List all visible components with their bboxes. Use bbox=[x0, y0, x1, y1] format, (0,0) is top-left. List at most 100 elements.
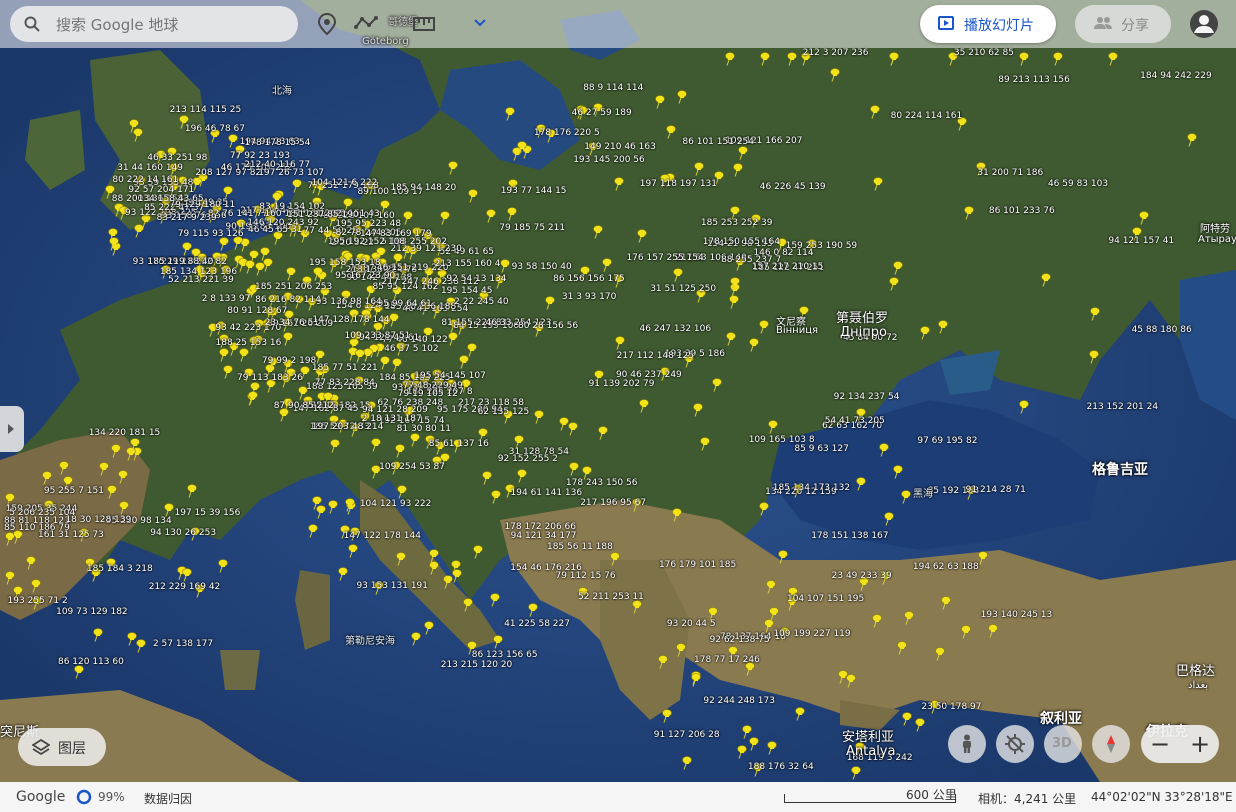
pushpin-icon[interactable] bbox=[940, 596, 952, 610]
pushpin-icon[interactable] bbox=[758, 502, 769, 516]
pushpin-icon[interactable] bbox=[845, 674, 857, 688]
pushpin-icon[interactable] bbox=[117, 470, 129, 484]
pushpin-icon[interactable] bbox=[748, 338, 759, 352]
pushpin-icon[interactable] bbox=[676, 90, 687, 105]
pushpin-icon[interactable] bbox=[892, 261, 904, 276]
pushpin-icon[interactable] bbox=[759, 52, 770, 66]
pushpin-icon[interactable] bbox=[878, 443, 889, 457]
pushpin-icon[interactable] bbox=[767, 420, 779, 435]
pushpin-icon[interactable] bbox=[163, 503, 175, 517]
pushpin-icon[interactable] bbox=[896, 640, 908, 655]
pushpin-icon[interactable] bbox=[638, 399, 649, 413]
compass-button[interactable] bbox=[1092, 725, 1130, 763]
pushpin-icon[interactable] bbox=[1088, 349, 1099, 364]
pushpin-icon[interactable] bbox=[337, 567, 348, 581]
pushpin-icon[interactable] bbox=[259, 247, 270, 261]
pushpin-icon[interactable] bbox=[768, 606, 779, 621]
pushpin-icon[interactable] bbox=[118, 501, 129, 515]
pushpin-icon[interactable] bbox=[901, 712, 913, 726]
pushpin-icon[interactable] bbox=[58, 461, 69, 475]
zoom-in-button[interactable]: + bbox=[1185, 729, 1215, 759]
pushpin-icon[interactable] bbox=[282, 332, 293, 346]
ruler-icon[interactable] bbox=[413, 17, 435, 31]
pushpin-icon[interactable] bbox=[914, 717, 925, 732]
pushpin-icon[interactable] bbox=[395, 552, 407, 567]
pushpin-icon[interactable] bbox=[900, 490, 912, 504]
pushpin-icon[interactable] bbox=[492, 634, 503, 649]
data-attribution-link[interactable]: 数据归因 bbox=[144, 790, 192, 807]
pushpin-icon[interactable] bbox=[396, 484, 408, 499]
pushpin-icon[interactable] bbox=[354, 349, 365, 363]
pushpin-icon[interactable] bbox=[489, 592, 500, 607]
pushpin-icon[interactable] bbox=[410, 632, 421, 646]
pushpin-icon[interactable] bbox=[987, 624, 998, 639]
pushpin-icon[interactable] bbox=[506, 207, 517, 221]
pushpin-icon[interactable] bbox=[888, 277, 899, 291]
pushpin-icon[interactable] bbox=[728, 295, 740, 310]
pushpin-icon[interactable] bbox=[919, 326, 930, 341]
pushpin-icon[interactable] bbox=[568, 462, 579, 477]
pushpin-icon[interactable] bbox=[291, 179, 302, 193]
pushpin-icon[interactable] bbox=[1018, 400, 1029, 415]
pushpin-icon[interactable] bbox=[311, 495, 322, 510]
pushpin-icon[interactable] bbox=[693, 161, 705, 176]
pushpin-icon[interactable] bbox=[135, 638, 146, 653]
pushpin-icon[interactable] bbox=[391, 358, 402, 372]
pushpin-icon[interactable] bbox=[675, 643, 686, 657]
pushpin-icon[interactable] bbox=[558, 417, 569, 432]
pushpin-icon[interactable] bbox=[516, 141, 527, 155]
pushpin-icon[interactable] bbox=[869, 105, 881, 119]
pushpin-icon[interactable] bbox=[850, 766, 862, 780]
pushpin-icon[interactable] bbox=[741, 725, 753, 739]
pushpin-icon[interactable] bbox=[370, 438, 382, 453]
placemark-icon[interactable] bbox=[318, 13, 336, 35]
pushpin-icon[interactable] bbox=[963, 206, 974, 220]
pushpin-icon[interactable] bbox=[671, 508, 682, 522]
pushpin-icon[interactable] bbox=[729, 276, 740, 291]
pushpin-icon[interactable] bbox=[428, 548, 439, 563]
pushpin-icon[interactable] bbox=[30, 579, 41, 593]
pushpin-icon[interactable] bbox=[829, 68, 840, 82]
pushpin-icon[interactable] bbox=[736, 745, 747, 759]
pushpin-icon[interactable] bbox=[661, 709, 672, 723]
pushpin-icon[interactable] bbox=[527, 602, 539, 617]
slideshow-button[interactable]: 播放幻灯片 bbox=[920, 5, 1056, 43]
pushpin-icon[interactable] bbox=[1089, 306, 1100, 321]
pushpin-icon[interactable] bbox=[871, 613, 882, 628]
pushpin-icon[interactable] bbox=[447, 161, 459, 175]
pushpin-icon[interactable] bbox=[665, 124, 676, 139]
pushpin-icon[interactable] bbox=[855, 476, 867, 491]
pushpin-icon[interactable] bbox=[285, 267, 296, 281]
pushpin-icon[interactable] bbox=[439, 210, 450, 225]
pushpin-icon[interactable] bbox=[394, 443, 405, 458]
path-icon[interactable] bbox=[354, 15, 380, 31]
pushpin-icon[interactable] bbox=[379, 356, 390, 370]
pushpin-icon[interactable] bbox=[609, 552, 621, 566]
pushpin-icon[interactable] bbox=[409, 433, 420, 447]
pushpin-icon[interactable] bbox=[423, 621, 434, 635]
pushpin-icon[interactable] bbox=[458, 354, 469, 369]
pushpin-icon[interactable] bbox=[724, 52, 735, 66]
pushpin-icon[interactable] bbox=[217, 559, 229, 573]
pushpin-icon[interactable] bbox=[106, 485, 117, 499]
pushpin-icon[interactable] bbox=[467, 189, 478, 203]
pushpin-icon[interactable] bbox=[504, 107, 515, 121]
layers-button[interactable]: 图层 bbox=[18, 728, 106, 766]
pushpin-icon[interactable] bbox=[888, 52, 899, 66]
pushpin-icon[interactable] bbox=[1052, 52, 1064, 66]
map-viewport[interactable]: 84 15 199 106 212 3 207 236 93 122 108 225… bbox=[0, 0, 1236, 782]
side-panel-toggle[interactable] bbox=[0, 406, 24, 452]
pushpin-icon[interactable] bbox=[428, 561, 439, 576]
pushpin-icon[interactable] bbox=[613, 176, 625, 191]
pushpin-icon[interactable] bbox=[601, 257, 612, 272]
pushpin-icon[interactable] bbox=[485, 209, 496, 223]
pushpin-icon[interactable] bbox=[110, 444, 122, 459]
pushpin-icon[interactable] bbox=[312, 267, 323, 282]
chevron-down-icon[interactable] bbox=[473, 18, 487, 28]
pushpin-icon[interactable] bbox=[597, 426, 608, 440]
pushpin-icon[interactable] bbox=[128, 118, 139, 133]
pushpin-icon[interactable] bbox=[737, 145, 748, 160]
pushpin-icon[interactable] bbox=[1186, 132, 1198, 147]
pushpin-icon[interactable] bbox=[1018, 52, 1029, 66]
pushpin-icon[interactable] bbox=[654, 94, 665, 109]
